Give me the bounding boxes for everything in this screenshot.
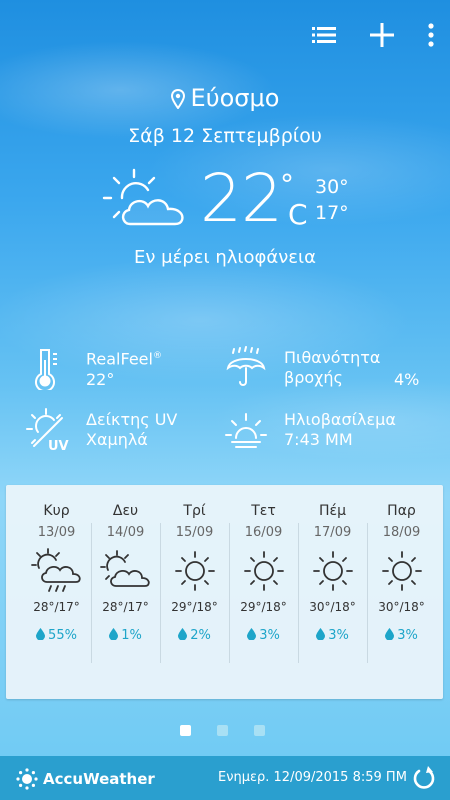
forecast-panel: Κυρ 13/09 28°/17° 55% Δευ 14/09 28°/17° … xyxy=(6,485,443,699)
accuweather-logo[interactable]: AccuWeather xyxy=(16,768,155,790)
forecast-date: 13/09 xyxy=(37,525,76,540)
raindrop-icon xyxy=(178,628,188,640)
footer-bar: AccuWeather Ενημερ. 12/09/2015 8:59 ΠΜ xyxy=(0,756,450,800)
forecast-day-name: Παρ xyxy=(387,503,416,519)
partly-sunny-icon xyxy=(99,550,150,587)
forecast-day-1[interactable]: Κυρ 13/09 28°/17° 55% xyxy=(23,503,90,683)
thermometer-icon xyxy=(35,349,57,390)
forecast-temps: 28°/17° xyxy=(102,600,149,614)
sunset-detail: Ηλιοβασίλεμα 7:43 ΜΜ xyxy=(224,408,396,452)
raindrop-icon xyxy=(385,628,395,640)
refresh-icon[interactable] xyxy=(412,765,436,791)
forecast-day-5[interactable]: Πέμ 17/09 30°/18° 3% xyxy=(299,503,366,683)
rain-chance-value: 4% xyxy=(394,370,420,389)
sun-icon xyxy=(174,551,215,591)
forecast-rain-chance: 1% xyxy=(92,628,159,643)
page-dot[interactable] xyxy=(217,725,228,736)
toolbar xyxy=(310,18,436,52)
high-temperature: 30° xyxy=(315,176,349,198)
forecast-day-4[interactable]: Τετ 16/09 29°/18° 3% xyxy=(230,503,297,683)
rain-percent: 55% xyxy=(48,628,77,643)
forecast-temps: 28°/17° xyxy=(33,600,80,614)
rain-percent: 3% xyxy=(328,628,349,643)
temperature-unit[interactable]: C xyxy=(288,198,308,231)
sun-icon xyxy=(312,551,353,591)
degree-symbol: ° xyxy=(280,168,294,201)
rain-chance-detail: Πιθανότητα βροχής 4% xyxy=(224,346,424,390)
forecast-day-2[interactable]: Δευ 14/09 28°/17° 1% xyxy=(92,503,159,683)
forecast-date: 15/09 xyxy=(175,525,214,540)
realfeel-label: RealFeel xyxy=(86,349,153,369)
forecast-day-6[interactable]: Παρ 18/09 30°/18° 3% xyxy=(368,503,435,683)
rain-percent: 3% xyxy=(259,628,280,643)
forecast-temps: 29°/18° xyxy=(171,600,218,614)
forecast-temps: 29°/18° xyxy=(240,600,287,614)
forecast-temps: 30°/18° xyxy=(309,600,356,614)
forecast-day-name: Δευ xyxy=(112,503,139,519)
forecast-temps: 30°/18° xyxy=(378,600,425,614)
forecast-date: 16/09 xyxy=(244,525,283,540)
sun-cloud-rain-icon xyxy=(30,548,81,592)
rain-chance-label: Πιθανότητα xyxy=(284,348,381,367)
page-dot[interactable] xyxy=(254,725,265,736)
forecast-rain-chance: 3% xyxy=(368,628,435,643)
rain-percent: 1% xyxy=(121,628,142,643)
location-header[interactable]: Εύοσμο xyxy=(0,84,450,112)
accuweather-sun-icon xyxy=(16,768,38,790)
forecast-rain-chance: 3% xyxy=(299,628,366,643)
location-pin-icon xyxy=(170,89,185,109)
add-city-button[interactable] xyxy=(368,18,396,52)
forecast-day-name: Τετ xyxy=(251,503,276,519)
uv-index-detail: UV Δείκτης UV Χαμηλά xyxy=(26,408,177,452)
current-date: Σάβ 12 Σεπτεμβρίου xyxy=(128,125,322,147)
sunset-label: Ηλιοβασίλεμα xyxy=(284,410,396,429)
forecast-rain-chance: 2% xyxy=(161,628,228,643)
sunset-icon xyxy=(225,413,267,448)
umbrella-icon xyxy=(226,346,266,386)
brand-name: AccuWeather xyxy=(43,770,155,788)
more-vert-icon xyxy=(428,23,434,47)
raindrop-icon xyxy=(36,628,46,640)
forecast-rain-chance: 3% xyxy=(230,628,297,643)
raindrop-icon xyxy=(109,628,119,640)
current-temperature: 22 xyxy=(200,160,283,237)
forecast-day-name: Πέμ xyxy=(318,503,346,519)
forecast-rain-chance: 55% xyxy=(23,628,90,643)
forecast-date: 18/09 xyxy=(382,525,421,540)
svg-text:UV: UV xyxy=(48,439,69,452)
forecast-date: 17/09 xyxy=(313,525,352,540)
weather-condition: Εν μέρει ηλιοφάνεια xyxy=(134,247,316,268)
sunset-value: 7:43 ΜΜ xyxy=(284,430,353,449)
uv-index-label: Δείκτης UV xyxy=(86,410,178,429)
more-options-button[interactable] xyxy=(426,18,436,52)
rain-percent: 3% xyxy=(397,628,418,643)
realfeel-value: 22° xyxy=(86,369,115,389)
uv-index-value: Χαμηλά xyxy=(86,430,148,449)
list-icon xyxy=(312,27,336,43)
location-name: Εύοσμο xyxy=(190,84,280,112)
raindrop-icon xyxy=(316,628,326,640)
sun-icon xyxy=(243,551,284,591)
rain-percent: 2% xyxy=(190,628,211,643)
current-conditions: 22 ° C 30° 17° xyxy=(100,160,360,248)
forecast-day-name: Κυρ xyxy=(43,503,70,519)
forecast-day-name: Τρί xyxy=(183,503,206,519)
page-dot-active[interactable] xyxy=(180,725,191,736)
registered-mark: ® xyxy=(152,351,162,362)
forecast-day-3[interactable]: Τρί 15/09 29°/18° 2% xyxy=(161,503,228,683)
page-indicator xyxy=(180,725,265,736)
low-temperature: 17° xyxy=(315,202,349,224)
last-updated: Ενημερ. 12/09/2015 8:59 ΠΜ xyxy=(218,770,407,785)
raindrop-icon xyxy=(247,628,257,640)
plus-icon xyxy=(370,23,394,47)
realfeel-detail: RealFeel® 22° xyxy=(26,346,162,390)
sun-icon xyxy=(381,551,422,591)
list-button[interactable] xyxy=(310,18,338,52)
forecast-date: 14/09 xyxy=(106,525,145,540)
uv-sun-icon: UV xyxy=(26,408,69,452)
partly-sunny-icon xyxy=(102,168,184,226)
